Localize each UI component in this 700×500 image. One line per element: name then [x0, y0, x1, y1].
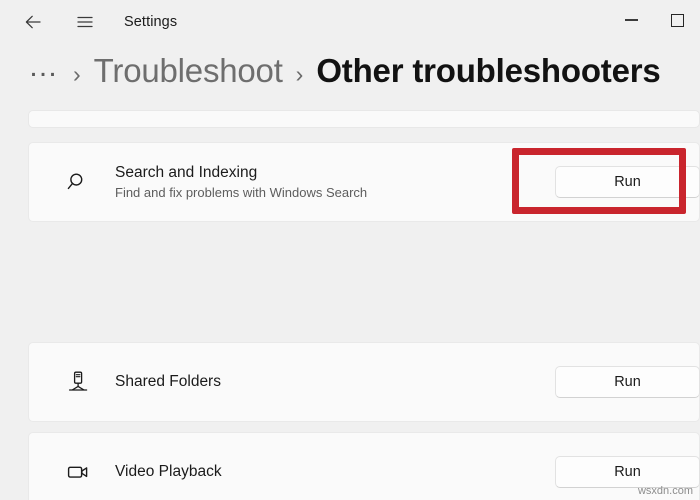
list-item-title: Shared Folders — [115, 373, 221, 390]
back-button[interactable] — [12, 6, 54, 38]
video-camera-icon — [61, 459, 95, 485]
breadcrumb-separator-icon-2: › — [295, 61, 304, 87]
hamburger-menu-icon — [77, 16, 93, 28]
breadcrumb-item-troubleshoot[interactable]: Troubleshoot — [94, 52, 283, 90]
table-row[interactable]: Search and Indexing Find and fix problem… — [28, 142, 700, 222]
maximize-button[interactable] — [654, 0, 700, 40]
shared-folders-icon — [61, 369, 95, 395]
list-item-clipped[interactable] — [28, 110, 700, 128]
watermark: wsxdn.com — [637, 485, 693, 497]
search-icon — [61, 169, 95, 195]
list-item-subtitle: Find and fix problems with Windows Searc… — [115, 184, 368, 200]
minimize-icon — [624, 19, 638, 21]
breadcrumb-overflow-button[interactable]: … — [28, 52, 60, 82]
list-item-text: Video Playback — [115, 462, 555, 482]
table-row[interactable]: Video Playback Run — [28, 432, 700, 500]
run-button-shared-folders[interactable]: Run — [555, 366, 700, 398]
run-button-search-and-indexing[interactable]: Run — [555, 166, 700, 198]
troubleshooter-list: Search and Indexing Find and fix problem… — [0, 110, 700, 500]
list-item-title: Video Playback — [115, 463, 222, 480]
hamburger-menu-button[interactable] — [64, 6, 106, 38]
page-title: Other troubleshooters — [316, 52, 661, 89]
window-controls — [608, 0, 700, 40]
title-bar: Settings — [0, 0, 700, 44]
list-item-text: Shared Folders — [115, 372, 555, 392]
list-item-text: Search and Indexing Find and fix problem… — [115, 163, 555, 202]
list-item-title: Search and Indexing — [115, 163, 258, 181]
run-button-video-playback[interactable]: Run — [555, 456, 700, 488]
back-arrow-icon — [25, 15, 41, 29]
minimize-button[interactable] — [608, 0, 654, 40]
table-row[interactable]: Shared Folders Run — [28, 342, 700, 422]
maximize-icon — [670, 13, 684, 27]
app-title: Settings — [124, 14, 178, 30]
breadcrumb-separator-icon: › — [73, 61, 81, 87]
breadcrumb: … › Troubleshoot › Other troubleshooters — [0, 44, 700, 110]
